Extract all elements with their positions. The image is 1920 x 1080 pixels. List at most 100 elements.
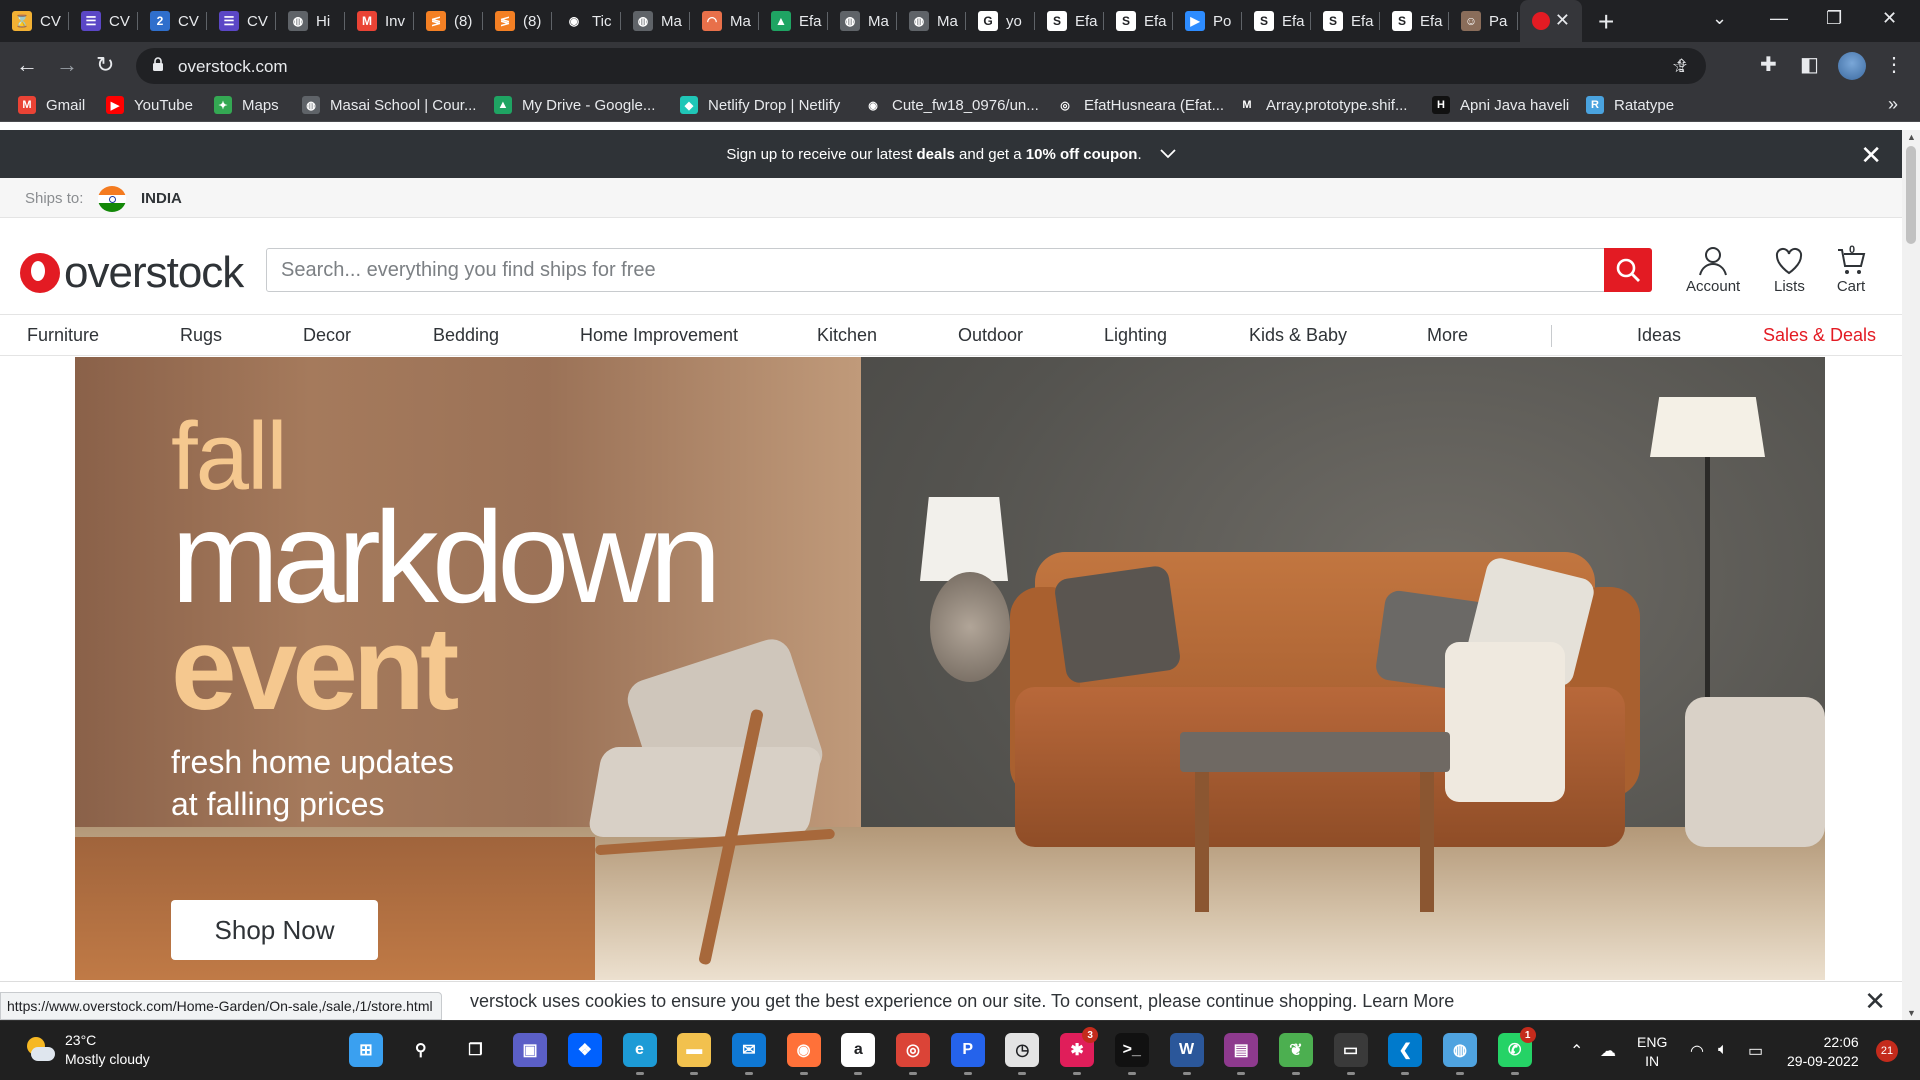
bookmark-item[interactable]: ▶ YouTube <box>106 96 193 114</box>
browser-tab[interactable]: S Efa <box>1035 0 1104 42</box>
bookmark-item[interactable]: ◍ Masai School | Cour... <box>302 96 476 114</box>
globe-app-icon[interactable]: ◍ <box>1443 1033 1477 1075</box>
wifi-icon[interactable]: ◠ <box>1690 1041 1704 1061</box>
system-clock[interactable]: 22:06 29-09-2022 <box>1787 1033 1859 1071</box>
address-bar[interactable]: overstock.com ⇪ ☆ <box>136 48 1706 84</box>
bookmark-star-icon[interactable]: ☆ <box>1672 56 1688 77</box>
edge-icon[interactable]: e <box>622 1033 657 1075</box>
close-promo-icon[interactable]: ✕ <box>1860 140 1882 171</box>
browser-tab[interactable]: S Efa <box>1311 0 1380 42</box>
slack-icon[interactable]: ✱ 3 <box>1060 1027 1099 1075</box>
bookmark-item[interactable]: ◆ Netlify Drop | Netlify <box>680 96 840 114</box>
bookmark-item[interactable]: ◎ EfatHusneara (Efat... <box>1056 96 1224 114</box>
bookmark-item[interactable]: R Ratatype <box>1586 96 1674 114</box>
chrome-menu-icon[interactable]: ⋮ <box>1884 52 1904 77</box>
winrar-icon[interactable]: ▤ <box>1224 1033 1259 1075</box>
onedrive-icon[interactable]: ☁ <box>1600 1041 1616 1061</box>
browser-tab[interactable]: M Inv <box>345 0 414 42</box>
chevron-down-icon[interactable] <box>1159 146 1176 162</box>
shop-now-button[interactable]: Shop Now <box>171 900 378 960</box>
browser-tab[interactable]: ≶ (8) <box>414 0 483 42</box>
browser-tab[interactable]: ▲ Efa <box>759 0 828 42</box>
browser-tab[interactable]: ☰ CV <box>207 0 276 42</box>
bookmark-item[interactable]: H Apni Java haveli <box>1432 96 1569 114</box>
terminal-icon[interactable]: >_ <box>1114 1033 1149 1075</box>
nav-category[interactable]: Decor <box>303 325 351 346</box>
promo-banner[interactable]: Sign up to receive our latest deals and … <box>0 130 1902 178</box>
india-flag-icon[interactable] <box>98 186 126 212</box>
battery-icon[interactable]: ▭ <box>1748 1041 1763 1061</box>
nav-category[interactable]: Rugs <box>180 325 222 346</box>
bookmark-item[interactable]: ▲ My Drive - Google... <box>494 96 655 114</box>
tab-overstock-active[interactable]: ✕ <box>1520 0 1582 42</box>
scrollbar-thumb[interactable] <box>1906 146 1916 244</box>
nav-category[interactable]: Home Improvement <box>580 325 738 346</box>
browser-tab[interactable]: ▶ Po <box>1173 0 1242 42</box>
browser-tab[interactable]: ◍ Ma <box>897 0 966 42</box>
leaf-app-icon[interactable]: ❦ <box>1278 1033 1313 1075</box>
cart-link[interactable]: 0 Cart <box>1836 244 1866 295</box>
tab-search-chevron-icon[interactable]: ⌄ <box>1712 8 1727 29</box>
search-input[interactable] <box>267 249 1603 291</box>
side-panel-icon[interactable]: ◧ <box>1800 52 1819 77</box>
mail-icon[interactable]: ✉ <box>731 1033 766 1075</box>
reload-icon[interactable]: ↻ <box>96 52 114 78</box>
profile-avatar-icon[interactable] <box>1838 52 1866 80</box>
browser-tab[interactable]: ⌛ CV <box>0 0 69 42</box>
overstock-logo[interactable]: overstock <box>20 248 244 298</box>
amazon-icon[interactable]: a <box>841 1033 876 1075</box>
search-button[interactable] <box>1604 248 1652 292</box>
browser-tab[interactable]: ≶ (8) <box>483 0 552 42</box>
ship-country[interactable]: INDIA <box>141 190 182 207</box>
firefox-icon[interactable]: ◉ <box>786 1033 821 1075</box>
minimize-button[interactable]: — <box>1770 8 1788 29</box>
close-window-button[interactable]: ✕ <box>1882 8 1897 29</box>
browser-tab[interactable]: S Efa <box>1242 0 1311 42</box>
browser-tab[interactable]: ◠ Ma <box>690 0 759 42</box>
close-tab-icon[interactable]: ✕ <box>1555 10 1570 31</box>
wpm-icon[interactable]: ◷ <box>1005 1033 1040 1075</box>
word-icon[interactable]: W <box>1169 1033 1204 1075</box>
chrome-icon[interactable]: ◎ <box>896 1033 930 1075</box>
task-view-icon[interactable]: ❐ <box>458 1033 492 1067</box>
nav-ideas[interactable]: Ideas <box>1637 325 1681 346</box>
browser-tab[interactable]: ◍ Ma <box>621 0 690 42</box>
browser-tab[interactable]: S Efa <box>1380 0 1449 42</box>
show-hidden-icons-chevron-icon[interactable]: ⌃ <box>1570 1041 1583 1061</box>
volume-icon[interactable]: 🔈︎ <box>1718 1041 1728 1059</box>
vscode-icon[interactable]: ❮ <box>1388 1033 1423 1075</box>
browser-tab[interactable]: ☺ Pa <box>1449 0 1518 42</box>
extensions-puzzle-icon[interactable]: ✚ <box>1760 52 1777 77</box>
windows-start-icon[interactable]: ⊞ <box>349 1033 383 1067</box>
new-tab-button[interactable]: + <box>1598 6 1614 38</box>
bookmark-item[interactable]: ◉ Cute_fw18_0976/un... <box>864 96 1039 114</box>
nav-category[interactable]: Outdoor <box>958 325 1023 346</box>
lists-link[interactable]: Lists <box>1774 246 1805 295</box>
teams-chat-icon[interactable]: ▣ <box>513 1033 548 1067</box>
hero-banner[interactable]: fall markdown event fresh home updates a… <box>75 357 1825 980</box>
app-p-icon[interactable]: P <box>950 1033 985 1075</box>
close-cookie-icon[interactable]: ✕ <box>1864 986 1886 1017</box>
browser-tab[interactable]: 2 CV <box>138 0 207 42</box>
nav-sales-deals[interactable]: Sales & Deals <box>1763 325 1876 346</box>
nav-category[interactable]: More <box>1427 325 1468 346</box>
weather-widget[interactable]: 23°C Mostly cloudy <box>25 1031 150 1069</box>
page-scrollbar[interactable]: ▲ ▼ <box>1902 130 1920 1020</box>
browser-tab[interactable]: ◍ Hi <box>276 0 345 42</box>
learn-more-link[interactable]: Learn More <box>1362 991 1454 1011</box>
browser-tab[interactable]: ☰ CV <box>69 0 138 42</box>
scroll-up-arrow-icon[interactable]: ▲ <box>1907 132 1916 142</box>
scroll-down-arrow-icon[interactable]: ▼ <box>1907 1008 1916 1018</box>
notification-count-badge[interactable]: 21 <box>1876 1040 1898 1062</box>
input-language[interactable]: ENG IN <box>1637 1033 1667 1071</box>
nav-category[interactable]: Lighting <box>1104 325 1167 346</box>
account-link[interactable]: Account <box>1686 246 1740 295</box>
more-bookmarks-chevron-icon[interactable]: » <box>1888 94 1898 115</box>
bookmark-item[interactable]: ✦ Maps <box>214 96 279 114</box>
restore-button[interactable]: ❐ <box>1826 8 1842 29</box>
nav-category[interactable]: Kitchen <box>817 325 877 346</box>
search-icon[interactable]: ⚲ <box>404 1033 438 1067</box>
browser-tab[interactable]: S Efa <box>1104 0 1173 42</box>
back-icon[interactable]: ← <box>16 52 38 78</box>
nav-category[interactable]: Bedding <box>433 325 499 346</box>
